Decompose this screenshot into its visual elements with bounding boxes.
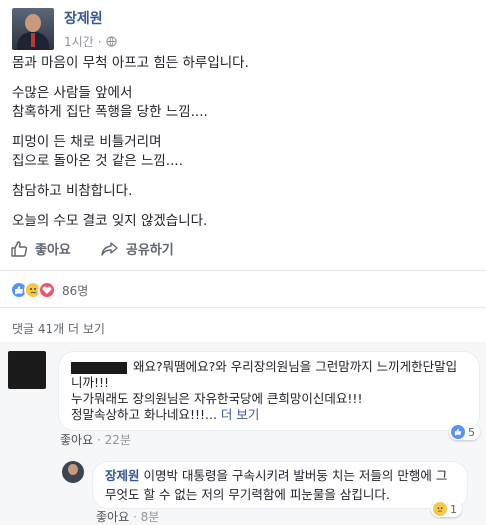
- like-label: 좋아요: [35, 243, 71, 258]
- comment-text: 누가뭐래도 장의원님은 자유한국당에 큰희망이신데요!!!: [71, 391, 363, 406]
- share-label: 공유하기: [125, 243, 174, 258]
- comment-reaction-badge[interactable]: 5: [449, 424, 480, 440]
- author-avatar[interactable]: [12, 8, 54, 50]
- view-more-comments-link[interactable]: 댓글 41개 더 보기: [12, 320, 105, 337]
- share-button[interactable]: 공유하기: [101, 239, 174, 258]
- reply-author-avatar[interactable]: [62, 461, 84, 483]
- post-paragraph: 수많은 사람들 앞에서 참혹하게 집단 폭행을 당한 느낌....: [12, 85, 208, 120]
- love-reaction-icon: [38, 281, 56, 299]
- comment-like-link[interactable]: 좋아요: [60, 433, 93, 447]
- comment-meta: 좋아요 · 22분: [60, 433, 131, 447]
- post-actions: 좋아요 공유하기: [10, 239, 204, 258]
- reply-reaction-badge[interactable]: 1: [431, 501, 462, 517]
- globe-icon: [105, 36, 117, 47]
- post-paragraph: 참담하고 비참합니다.: [12, 183, 133, 199]
- redacted-commenter-name: [71, 361, 127, 374]
- sad-reaction-icon: [433, 502, 447, 516]
- reaction-count: 86명: [62, 283, 89, 298]
- comment-bubble: 왜요?뭐땜에요?와 우리장의원님을 그런맘까지 느끼게한단말입니까!!! 누가뭐…: [58, 351, 480, 431]
- post-paragraph: 피멍이 든 채로 비틀거리며 집으로 돌아온 것 같은 느낌....: [12, 134, 183, 169]
- comment-time[interactable]: 22분: [105, 433, 131, 447]
- post-paragraph: 몸과 마음이 무척 아프고 힘든 하루입니다.: [12, 55, 249, 71]
- thumbs-up-icon: [11, 240, 28, 257]
- comment-text: 왜요?뭐땜에요?와 우리장의원님을 그런맘까지 느끼게한단말입니까!!!: [71, 359, 458, 390]
- reply-author-name[interactable]: 장제원: [105, 468, 140, 483]
- post-meta: 1시간 ·: [64, 33, 117, 50]
- redacted-avatar: [8, 351, 46, 389]
- reply-like-link[interactable]: 좋아요: [96, 510, 129, 524]
- reply-reaction-count: 1: [450, 502, 457, 516]
- comment-text: 정말속상하고 화나네요!!!...: [71, 407, 217, 422]
- like-button[interactable]: 좋아요: [10, 239, 71, 258]
- post-body: 몸과 마음이 무척 아프고 힘든 하루입니다. 수많은 사람들 앞에서 참혹하게…: [12, 54, 472, 242]
- reply-text: 이명박 대통령을 구속시키려 발버둥 치는 저들의 만행에 그 무엇도 할 수 …: [105, 468, 448, 502]
- share-arrow-icon: [101, 241, 118, 256]
- reply-bubble: 장제원 이명박 대통령을 구속시키려 발버둥 치는 저들의 만행에 그 무엇도 할…: [92, 461, 468, 509]
- comment: 왜요?뭐땜에요?와 우리장의원님을 그런맘까지 느끼게한단말입니까!!! 누가뭐…: [8, 351, 480, 431]
- comment-like-count: 5: [468, 425, 475, 439]
- divider: [0, 270, 486, 271]
- author-name[interactable]: 장제원: [64, 10, 117, 28]
- post-time[interactable]: 1시간: [64, 33, 94, 50]
- reply-comment: 장제원 이명박 대통령을 구속시키려 발버둥 치는 저들의 만행에 그 무엇도 할…: [62, 461, 468, 509]
- reply-meta: 좋아요 · 8분: [96, 510, 160, 524]
- reply-time[interactable]: 8분: [141, 510, 160, 524]
- post-header: 장제원 1시간 ·: [12, 8, 117, 50]
- reactions-summary[interactable]: 86명: [10, 281, 88, 299]
- divider: [0, 307, 486, 308]
- like-reaction-icon: [451, 425, 465, 439]
- see-more-link[interactable]: 더 보기: [221, 407, 259, 422]
- post-paragraph: 오늘의 수모 결코 잊지 않겠습니다.: [12, 213, 208, 229]
